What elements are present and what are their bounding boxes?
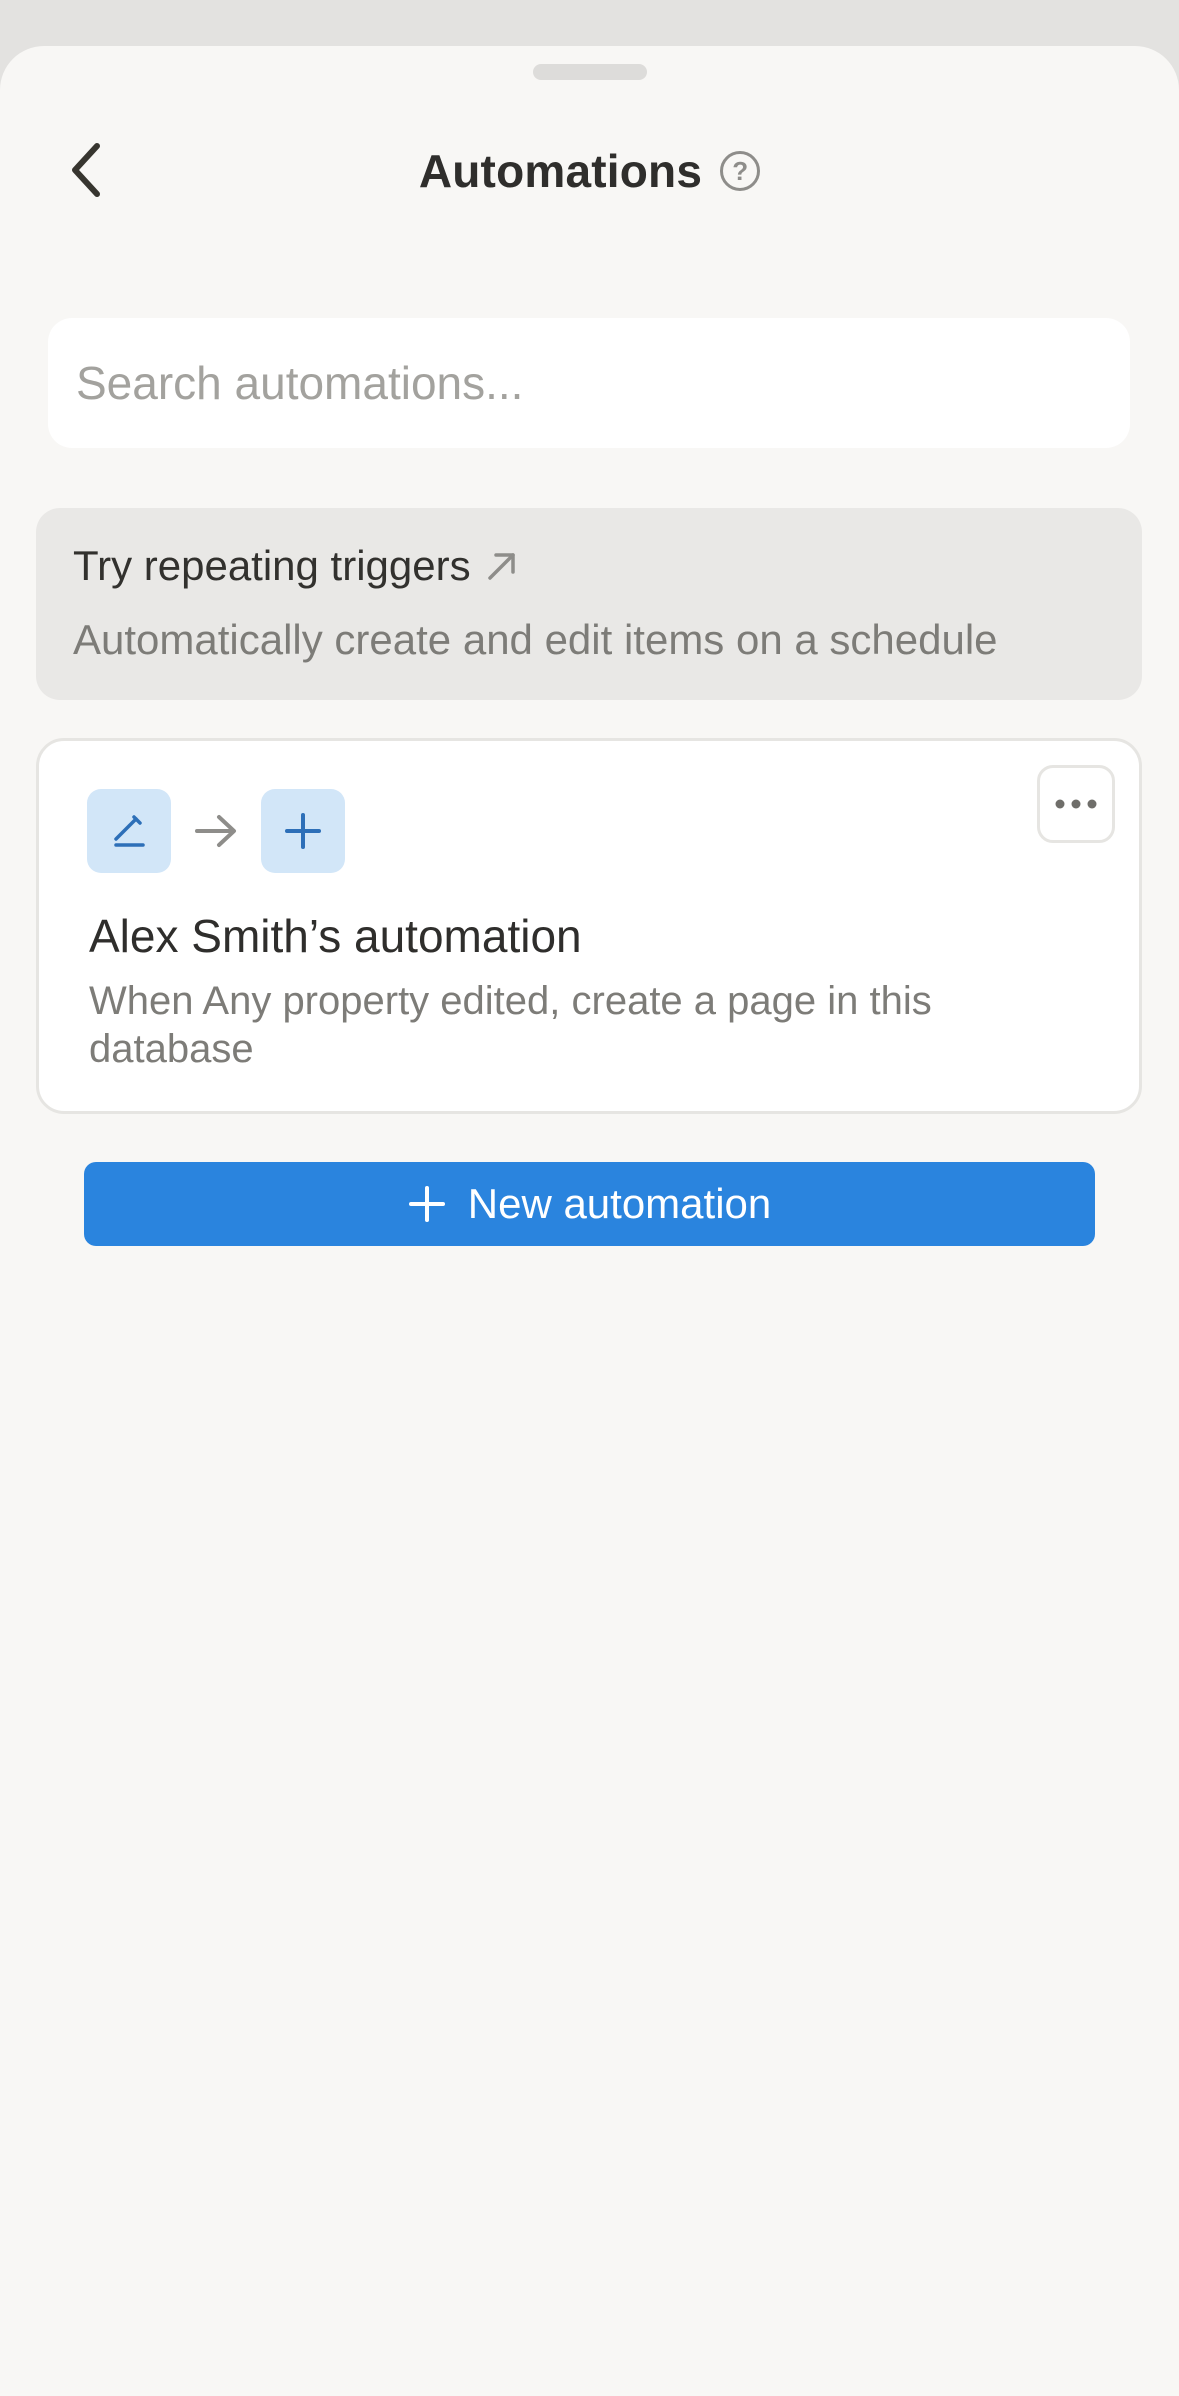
search-box[interactable] [48,318,1130,448]
arrow-right-icon [171,789,261,873]
trigger-icon-tile [87,789,171,873]
search-input[interactable] [74,355,1104,411]
plus-icon [408,1186,445,1222]
arrow-up-right-icon [487,553,515,580]
page-title: Automations [418,145,703,197]
new-automation-button[interactable]: New automation [84,1162,1095,1246]
sheet-grabber[interactable] [533,64,647,80]
header: Automations ? [0,136,1179,206]
automation-card[interactable]: Alex Smith’s automation When Any propert… [36,738,1142,1114]
promo-subtitle: Automatically create and edit items on a… [73,616,998,663]
automation-description: When Any property edited, create a page … [89,979,932,1071]
automation-menu-button[interactable] [1037,765,1115,843]
pencil-icon [114,815,145,847]
promo-title: Try repeating triggers [73,542,471,589]
question-circle-icon[interactable]: ? [720,151,761,191]
promo-title-row: Try repeating triggers [73,538,1105,594]
promo-banner[interactable]: Try repeating triggers Automatically cre… [36,508,1142,700]
new-automation-label: New automation [467,1180,772,1227]
automation-title: Alex Smith’s automation [89,910,582,962]
more-horizontal-icon [1055,799,1097,809]
action-icon-tile [261,789,345,873]
automation-flow [87,789,345,873]
automations-sheet: Automations ? Try repeating triggers Aut… [0,46,1179,2396]
plus-icon [285,813,321,849]
